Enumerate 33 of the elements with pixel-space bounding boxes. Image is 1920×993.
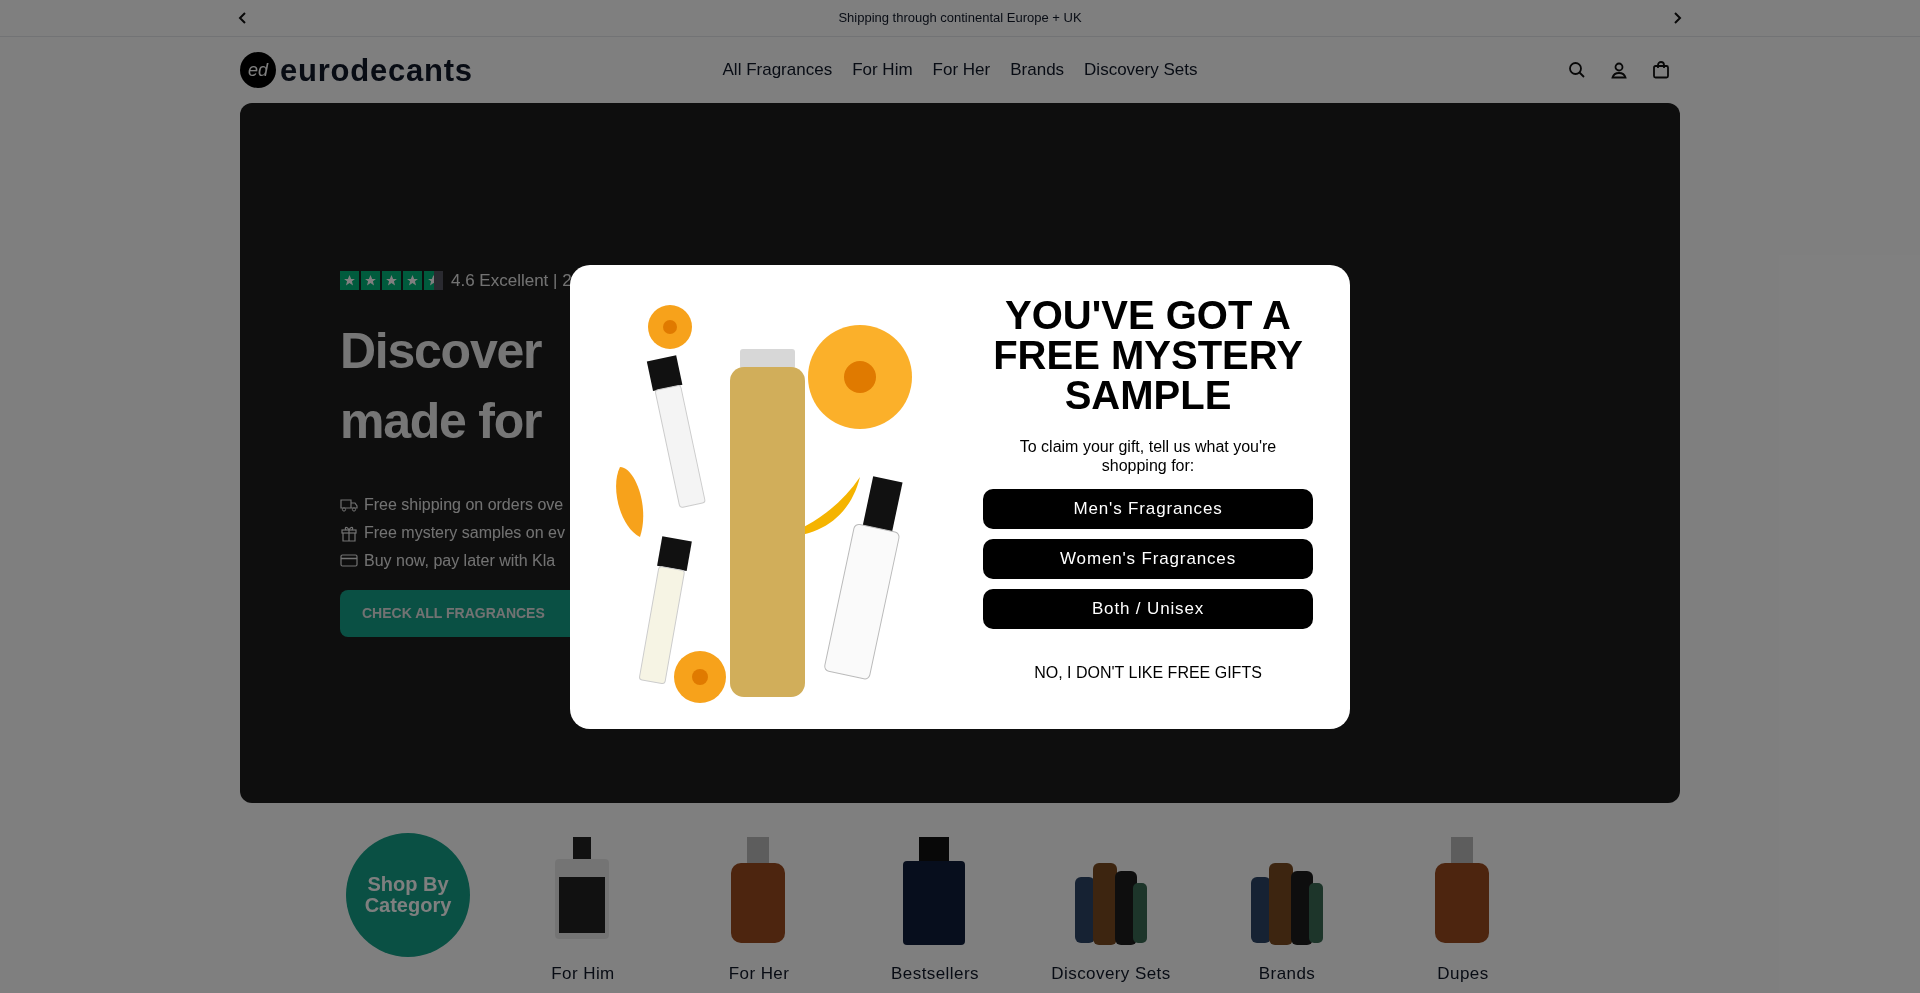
option-button[interactable]: Both / Unisex — [983, 588, 1313, 629]
nav-link[interactable]: Discovery Sets — [1084, 57, 1198, 83]
rating-text: 4.6 Excellent | 2 — [451, 270, 572, 292]
category-label[interactable]: For Her — [728, 961, 790, 987]
card-icon — [340, 553, 358, 568]
hero-heading: Discover — [340, 321, 542, 381]
logo-mark[interactable]: ed — [240, 52, 276, 88]
hero-heading: made for — [340, 391, 542, 451]
category-label[interactable]: Bestsellers — [891, 961, 979, 987]
feature-text: Free mystery samples on ev — [364, 522, 565, 543]
nav-link[interactable]: For Him — [852, 57, 913, 83]
nav-link[interactable]: All Fragrances — [722, 57, 833, 83]
bag-icon[interactable] — [1652, 61, 1670, 79]
chevron-right-icon[interactable] — [1672, 12, 1682, 24]
option-button[interactable]: Men's Fragrances — [983, 488, 1313, 529]
category-label[interactable]: Dupes — [1437, 961, 1489, 987]
category-label[interactable]: Brands — [1258, 961, 1316, 987]
nav-link[interactable]: For Her — [932, 57, 991, 83]
option-button[interactable]: Women's Fragrances — [983, 538, 1313, 579]
search-icon[interactable] — [1568, 61, 1586, 79]
popup-title: YOU'VE GOT A FREE MYSTERY SAMPLE — [992, 294, 1304, 415]
feature-text: Buy now, pay later with Kla — [364, 550, 556, 571]
truck-icon — [340, 496, 358, 513]
feature-text: Free shipping on orders ove — [364, 494, 564, 515]
category-label[interactable]: Discovery Sets — [1051, 961, 1171, 987]
user-icon[interactable] — [1610, 61, 1628, 79]
chevron-left-icon[interactable] — [238, 12, 248, 24]
nav-link[interactable]: Brands — [1010, 57, 1065, 83]
popup-subtitle: To claim your gift, tell us what you're shopping for: — [1018, 436, 1278, 475]
category-label[interactable]: For Him — [551, 961, 615, 987]
announcement-text: Shipping through continental Europe + UK — [838, 9, 1082, 28]
logo-text[interactable]: eurodecants — [280, 54, 473, 86]
decline-link[interactable]: NO, I DON'T LIKE FREE GIFTS — [1034, 660, 1262, 685]
